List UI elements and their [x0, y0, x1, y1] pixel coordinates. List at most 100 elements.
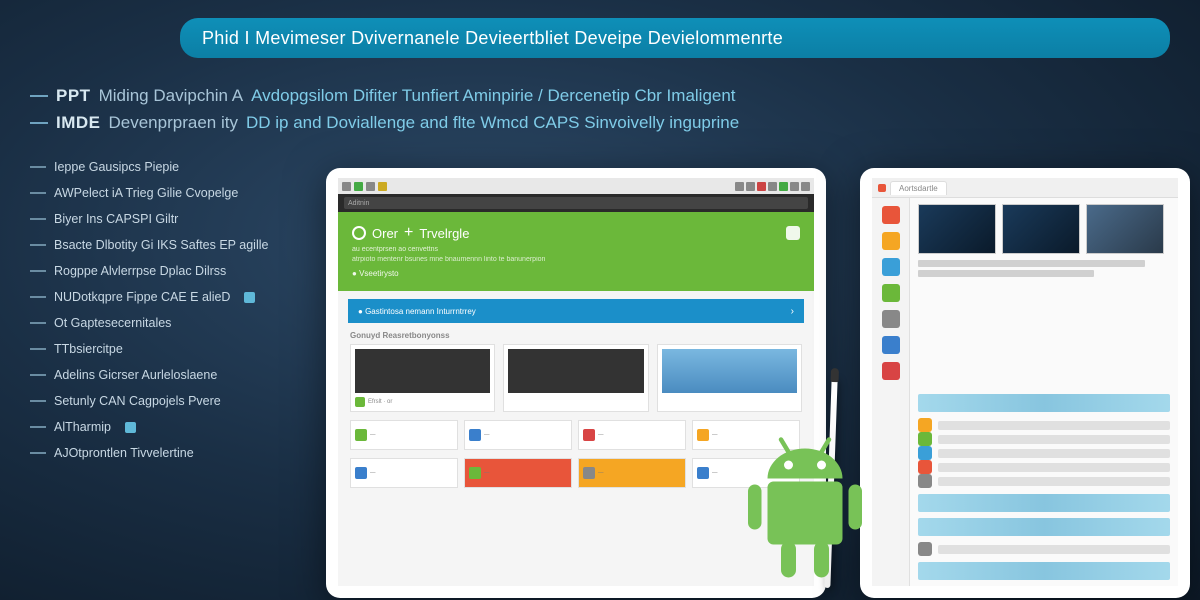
bullet-item: Ot Gaptesecernitales	[30, 316, 310, 330]
title-banner: Phid I Mevimeser Dvivernanele Devieertbl…	[180, 18, 1170, 58]
plus-icon[interactable]: +	[404, 224, 413, 242]
text-lines	[918, 260, 1170, 388]
app-tile[interactable]: —	[464, 420, 572, 450]
bullet-text: NUDotkqpre Fippe CAE E alieD	[54, 290, 230, 304]
feature-card[interactable]	[657, 344, 802, 412]
subtitle-text-2b: Devenprpraen ity	[109, 109, 238, 136]
tile-label: —	[598, 470, 681, 476]
bullet-item: Bsacte Dlbotity Gi IKS Saftes EP agille	[30, 238, 310, 252]
hero-section: Orer + Trvelrgle au ecentprsen ao cenvet…	[338, 212, 814, 291]
bullet-text: Ot Gaptesecernitales	[54, 316, 171, 330]
status-icon	[366, 182, 375, 191]
subtitle-text-1c: Avdopgsilom Difiter Tunfiert Aminpirie /…	[251, 82, 735, 109]
tool-icon[interactable]	[882, 258, 900, 276]
thumbnail[interactable]	[1086, 204, 1164, 254]
tablet-right-screen: Aortsdartle	[872, 178, 1178, 586]
tool-icon[interactable]	[882, 206, 900, 224]
app-tile[interactable]: —	[350, 458, 458, 488]
subtitle-block: PPT Miding Davipchin A Avdopgsilom Difit…	[30, 82, 1170, 136]
tool-icon[interactable]	[882, 284, 900, 302]
tile-label: —	[484, 470, 567, 476]
bluebar-text: Gastintosa nemann Inturrntrrey	[365, 307, 476, 316]
tile-icon	[469, 429, 481, 441]
dash-icon	[30, 218, 46, 220]
item-icon	[918, 418, 932, 432]
tool-icon[interactable]	[882, 336, 900, 354]
main-panel	[910, 198, 1178, 586]
list-item[interactable]	[918, 474, 1170, 488]
dash-icon	[30, 296, 46, 298]
tile-label: —	[370, 432, 453, 438]
subtitle-prefix-2: IMDE	[56, 109, 101, 136]
dash-icon	[30, 95, 48, 97]
list-item[interactable]	[918, 542, 1170, 556]
status-icon	[342, 182, 351, 191]
app-tile[interactable]: —	[578, 458, 686, 488]
address-text: Aditnin	[348, 200, 369, 207]
app-icon	[878, 184, 886, 192]
tool-icon[interactable]	[882, 310, 900, 328]
tile-icon	[697, 467, 709, 479]
list-item[interactable]	[918, 460, 1170, 474]
body	[872, 198, 1178, 586]
hero-badge[interactable]: ● Vseetirysto	[352, 269, 399, 278]
item-bar	[938, 477, 1170, 486]
tool-icon[interactable]	[882, 232, 900, 250]
card-image	[508, 349, 643, 393]
waveform	[918, 562, 1170, 580]
subtitle-prefix-1: PPT	[56, 82, 91, 109]
dot-icon	[244, 292, 255, 303]
status-bar	[338, 178, 814, 194]
app-tile[interactable]: —	[578, 420, 686, 450]
app-tile[interactable]: —	[350, 420, 458, 450]
bullet-item: Adelins Gicrser Aurleloslaene	[30, 368, 310, 382]
tab-bar: Aortsdartle	[872, 178, 1178, 198]
bullet-item: Rogppe Alvlerrpse Dplac Dilrss	[30, 264, 310, 278]
address-bar: Aditnin	[338, 194, 814, 212]
feature-card[interactable]	[503, 344, 648, 412]
tab-active[interactable]: Aortsdartle	[890, 181, 947, 195]
tile-icon	[355, 429, 367, 441]
dash-icon	[30, 374, 46, 376]
subtitle-row-1: PPT Miding Davipchin A Avdopgsilom Difit…	[30, 82, 1170, 109]
section-label: Gonuyd Reasretbonyonss	[350, 331, 814, 340]
dot-icon	[125, 422, 136, 433]
thumbnail[interactable]	[918, 204, 996, 254]
hero-header: Orer + Trvelrgle	[352, 224, 800, 242]
status-icon	[779, 182, 788, 191]
text-line	[918, 270, 1094, 277]
bullet-item: AlTharmip	[30, 420, 310, 434]
chevron-right-icon: ›	[791, 306, 794, 317]
feature-card[interactable]: Efrslt · or	[350, 344, 495, 412]
bullet-text: Setunly CAN Cagpojels Pvere	[54, 394, 221, 408]
circle-icon	[352, 226, 366, 240]
card-row: Efrslt · or	[338, 344, 814, 412]
dash-icon	[30, 122, 48, 124]
android-mascot-icon	[730, 428, 880, 598]
list-item[interactable]	[918, 432, 1170, 446]
item-icon	[918, 432, 932, 446]
dash-icon	[30, 270, 46, 272]
tool-icon[interactable]	[882, 362, 900, 380]
app-tile[interactable]: —	[464, 458, 572, 488]
item-icon	[918, 446, 932, 460]
dash-icon	[30, 244, 46, 246]
item-bar	[938, 435, 1170, 444]
thumbnail[interactable]	[1002, 204, 1080, 254]
phone-icon[interactable]	[786, 226, 800, 240]
bullet-item: NUDotkqpre Fippe CAE E alieD	[30, 290, 310, 304]
bullet-item: TTbsiercitpe	[30, 342, 310, 356]
status-icon	[757, 182, 766, 191]
bullet-text: AWPelect iA Trieg Gilie Cvopelge	[54, 186, 238, 200]
card-image	[355, 349, 490, 393]
blue-bar[interactable]: ● Gastintosa nemann Inturrntrrey ›	[348, 299, 804, 323]
list-item[interactable]	[918, 446, 1170, 460]
bullet-item: Biyer Ins CAPSPI Giltr	[30, 212, 310, 226]
tile-icon	[583, 429, 595, 441]
waveform	[918, 518, 1170, 536]
address-input[interactable]: Aditnin	[344, 197, 808, 209]
bullet-text: Biyer Ins CAPSPI Giltr	[54, 212, 178, 226]
list-item[interactable]	[918, 418, 1170, 432]
card-icon	[355, 397, 365, 407]
bullet-text: Adelins Gicrser Aurleloslaene	[54, 368, 217, 382]
